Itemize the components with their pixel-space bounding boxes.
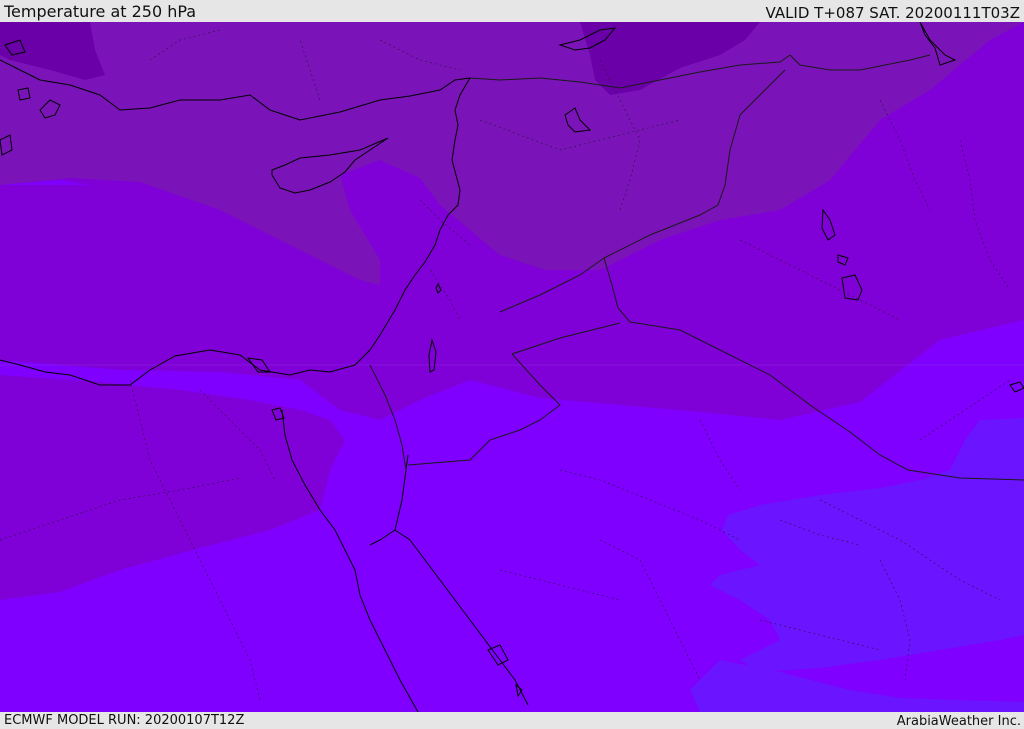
map-canvas[interactable] — [0, 22, 1024, 712]
weather-map-frame: Temperature at 250 hPa VALID T+087 SAT. … — [0, 0, 1024, 729]
valid-time: VALID T+087 SAT. 20200111T03Z — [765, 4, 1020, 22]
footer-bar: ECMWF MODEL RUN: 20200107T12Z ArabiaWeat… — [0, 712, 1024, 729]
credit-text: ArabiaWeather Inc. — [896, 714, 1021, 729]
model-run: ECMWF MODEL RUN: 20200107T12Z — [4, 713, 245, 728]
map-svg — [0, 22, 1024, 712]
header-bar: Temperature at 250 hPa VALID T+087 SAT. … — [0, 0, 1024, 22]
map-title: Temperature at 250 hPa — [4, 2, 197, 21]
